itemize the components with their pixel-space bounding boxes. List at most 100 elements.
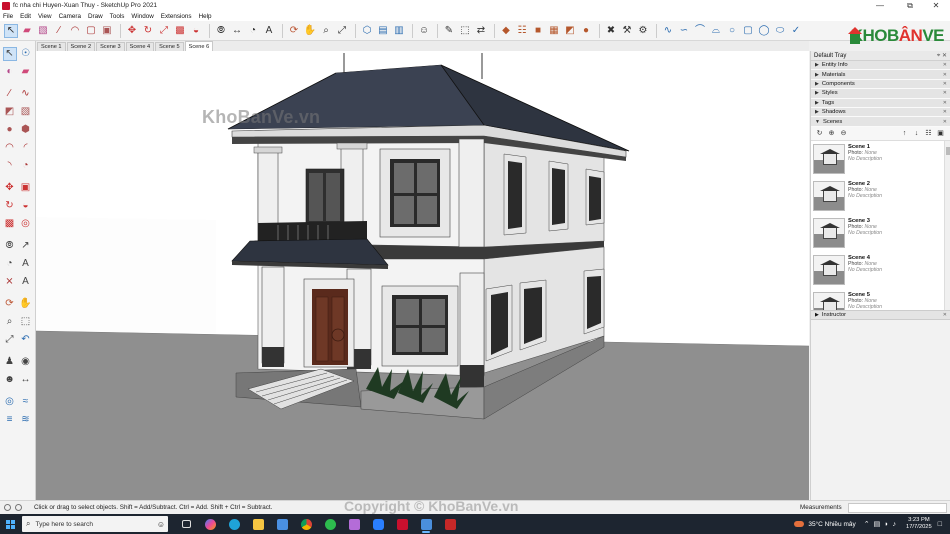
panel-styles[interactable]: ▶ Styles ✕	[811, 89, 950, 99]
list-item[interactable]: Scene 2 Photo: None No Description	[811, 178, 950, 215]
rotate-icon[interactable]: ↻	[3, 199, 17, 213]
tape-measure-icon[interactable]: ⦾	[214, 24, 228, 38]
list-item[interactable]: Scene 1 Photo: None No Description	[811, 141, 950, 178]
tab-scene-5[interactable]: Scene 5	[155, 42, 184, 51]
materials-icon[interactable]: ●	[579, 24, 593, 38]
previous-view-icon[interactable]: ↶	[19, 333, 33, 347]
eraser-tool-icon[interactable]: ▰	[20, 24, 34, 38]
front-view-icon[interactable]: ▥	[392, 24, 406, 38]
tab-scene-2[interactable]: Scene 2	[66, 42, 96, 51]
details-icon[interactable]: ▣	[936, 129, 945, 138]
panel-entity-info[interactable]: ▶ Entity Info ✕	[811, 61, 950, 71]
sandbox-4-icon[interactable]: ≋	[19, 413, 33, 427]
zoom-window-icon[interactable]: ⬚	[19, 315, 33, 329]
walk-tool-icon[interactable]: ⇄	[474, 24, 488, 38]
lasso-icon[interactable]: ☉	[19, 47, 33, 61]
menu-help[interactable]: Help	[199, 13, 212, 20]
menu-tools[interactable]: Tools	[110, 13, 125, 20]
warehouse-icon[interactable]: ☷	[515, 24, 529, 38]
pan-tool-icon[interactable]: ✋	[303, 24, 317, 38]
credits-icon[interactable]	[15, 504, 22, 511]
show-hidden-icon[interactable]: ⌃	[864, 520, 870, 528]
orbit-tool-icon[interactable]: ⟳	[287, 24, 301, 38]
sandbox-3-icon[interactable]: ≡	[3, 413, 17, 427]
zoom-icon[interactable]: ⌕	[3, 315, 17, 329]
look-around-icon[interactable]: ◉	[19, 355, 33, 369]
add-scene-icon[interactable]: ⊕	[827, 129, 836, 138]
line-tool-icon[interactable]: ∕	[52, 24, 66, 38]
wrench-tool-icon[interactable]: ⚒	[620, 24, 634, 38]
zoom-tool-icon[interactable]: ⌕	[319, 24, 333, 38]
select-icon[interactable]: ↖	[2, 47, 17, 61]
offset-icon[interactable]: ◎	[19, 217, 33, 231]
curve-5-icon[interactable]: ○	[725, 24, 739, 38]
pencil-tool-icon[interactable]: ✎	[442, 24, 456, 38]
protractor-tool-icon[interactable]: ◔	[3, 257, 17, 271]
rotate-tool-icon[interactable]: ↻	[141, 24, 155, 38]
arc-icon[interactable]: ◠	[3, 141, 17, 155]
section-plane-icon[interactable]: ⬚	[458, 24, 472, 38]
scene-list-scrollbar[interactable]	[944, 140, 950, 310]
copilot-icon[interactable]	[198, 514, 222, 534]
freehand-icon[interactable]: ∿	[19, 87, 33, 101]
measurements-input[interactable]	[848, 503, 947, 513]
dimension-icon[interactable]: ↗	[19, 239, 33, 253]
rotated-rect-icon[interactable]: ▧	[19, 105, 33, 119]
tab-scene-6[interactable]: Scene 6	[184, 41, 214, 51]
paint-bucket-icon[interactable]: ▧	[36, 24, 50, 38]
rectangle-icon[interactable]: ◩	[3, 105, 17, 119]
axes-icon[interactable]: ⨯	[3, 275, 17, 289]
orbit-icon[interactable]: ⟳	[3, 297, 17, 311]
edge-icon[interactable]	[222, 514, 246, 534]
move-icon[interactable]: ✥	[3, 181, 17, 195]
menu-window[interactable]: Window	[131, 13, 153, 20]
polygon-icon[interactable]: ⬢	[19, 123, 33, 137]
minimize-button[interactable]: —	[868, 0, 892, 11]
rectangle-tool-icon[interactable]: ▢	[84, 24, 98, 38]
arc2-icon[interactable]: ◜	[19, 141, 33, 155]
scale-tool-icon[interactable]: ⤢	[157, 24, 171, 38]
weather-widget[interactable]: 35°C Nhiều mây	[794, 521, 856, 528]
extension-warehouse-icon[interactable]: ■	[531, 24, 545, 38]
menu-edit[interactable]: Edit	[20, 13, 31, 20]
panel-components[interactable]: ▶ Components ✕	[811, 79, 950, 90]
push-pull-icon[interactable]: ▣	[100, 24, 114, 38]
view-options-icon[interactable]: ☷	[924, 129, 933, 138]
curve-4-icon[interactable]: ⌓	[709, 24, 723, 38]
curve-7-icon[interactable]: ◯	[757, 24, 771, 38]
menu-extensions[interactable]: Extensions	[161, 13, 192, 20]
tray-pin-icon[interactable]: ⌖ ✕	[937, 52, 947, 60]
list-item[interactable]: Scene 3 Photo: None No Description	[811, 215, 950, 252]
sandbox-2-icon[interactable]: ≈	[19, 395, 33, 409]
select-tool-icon[interactable]: ↖	[4, 23, 18, 38]
arc3-icon[interactable]: ◝	[3, 159, 17, 173]
3d-viewport[interactable]: KhoBanVe.vn	[36, 51, 809, 500]
curve-6-icon[interactable]: ▢	[741, 24, 755, 38]
sandbox-1-icon[interactable]: ◎	[3, 395, 17, 409]
task-view-icon[interactable]	[174, 514, 198, 534]
chrome-icon[interactable]	[294, 514, 318, 534]
move-tool-icon[interactable]: ✥	[125, 24, 139, 38]
curve-8-icon[interactable]: ⬭	[773, 24, 787, 38]
file-explorer-icon[interactable]	[246, 514, 270, 534]
paint-icon[interactable]: ◐	[3, 65, 17, 79]
autocad-icon[interactable]	[438, 514, 462, 534]
move-up-icon[interactable]: ↑	[900, 129, 909, 138]
offset-tool-icon[interactable]: ▩	[173, 24, 187, 38]
iso-view-icon[interactable]: ⬡	[360, 24, 374, 38]
follow-me-icon[interactable]: ◒	[189, 24, 203, 38]
panel-tags[interactable]: ▶ Tags ✕	[811, 98, 950, 108]
fix-tool-icon[interactable]: ✖	[604, 24, 618, 38]
volume-icon[interactable]: ♪	[892, 521, 896, 528]
zalo-icon[interactable]	[366, 514, 390, 534]
sketchup-taskbar-icon[interactable]	[390, 514, 414, 534]
taskbar-search[interactable]: ⌕ Type here to search ☺	[22, 516, 168, 532]
tape-icon[interactable]: ⦾	[3, 239, 17, 253]
list-item[interactable]: Scene 4 Photo: None No Description	[811, 252, 950, 289]
dimension-tool-icon[interactable]: ↔	[230, 24, 244, 38]
check-tool-icon[interactable]: ✓	[789, 24, 803, 38]
menu-draw[interactable]: Draw	[88, 13, 103, 20]
menu-camera[interactable]: Camera	[59, 13, 81, 20]
geo-location-icon[interactable]	[4, 504, 11, 511]
text-icon[interactable]: A	[19, 257, 33, 271]
